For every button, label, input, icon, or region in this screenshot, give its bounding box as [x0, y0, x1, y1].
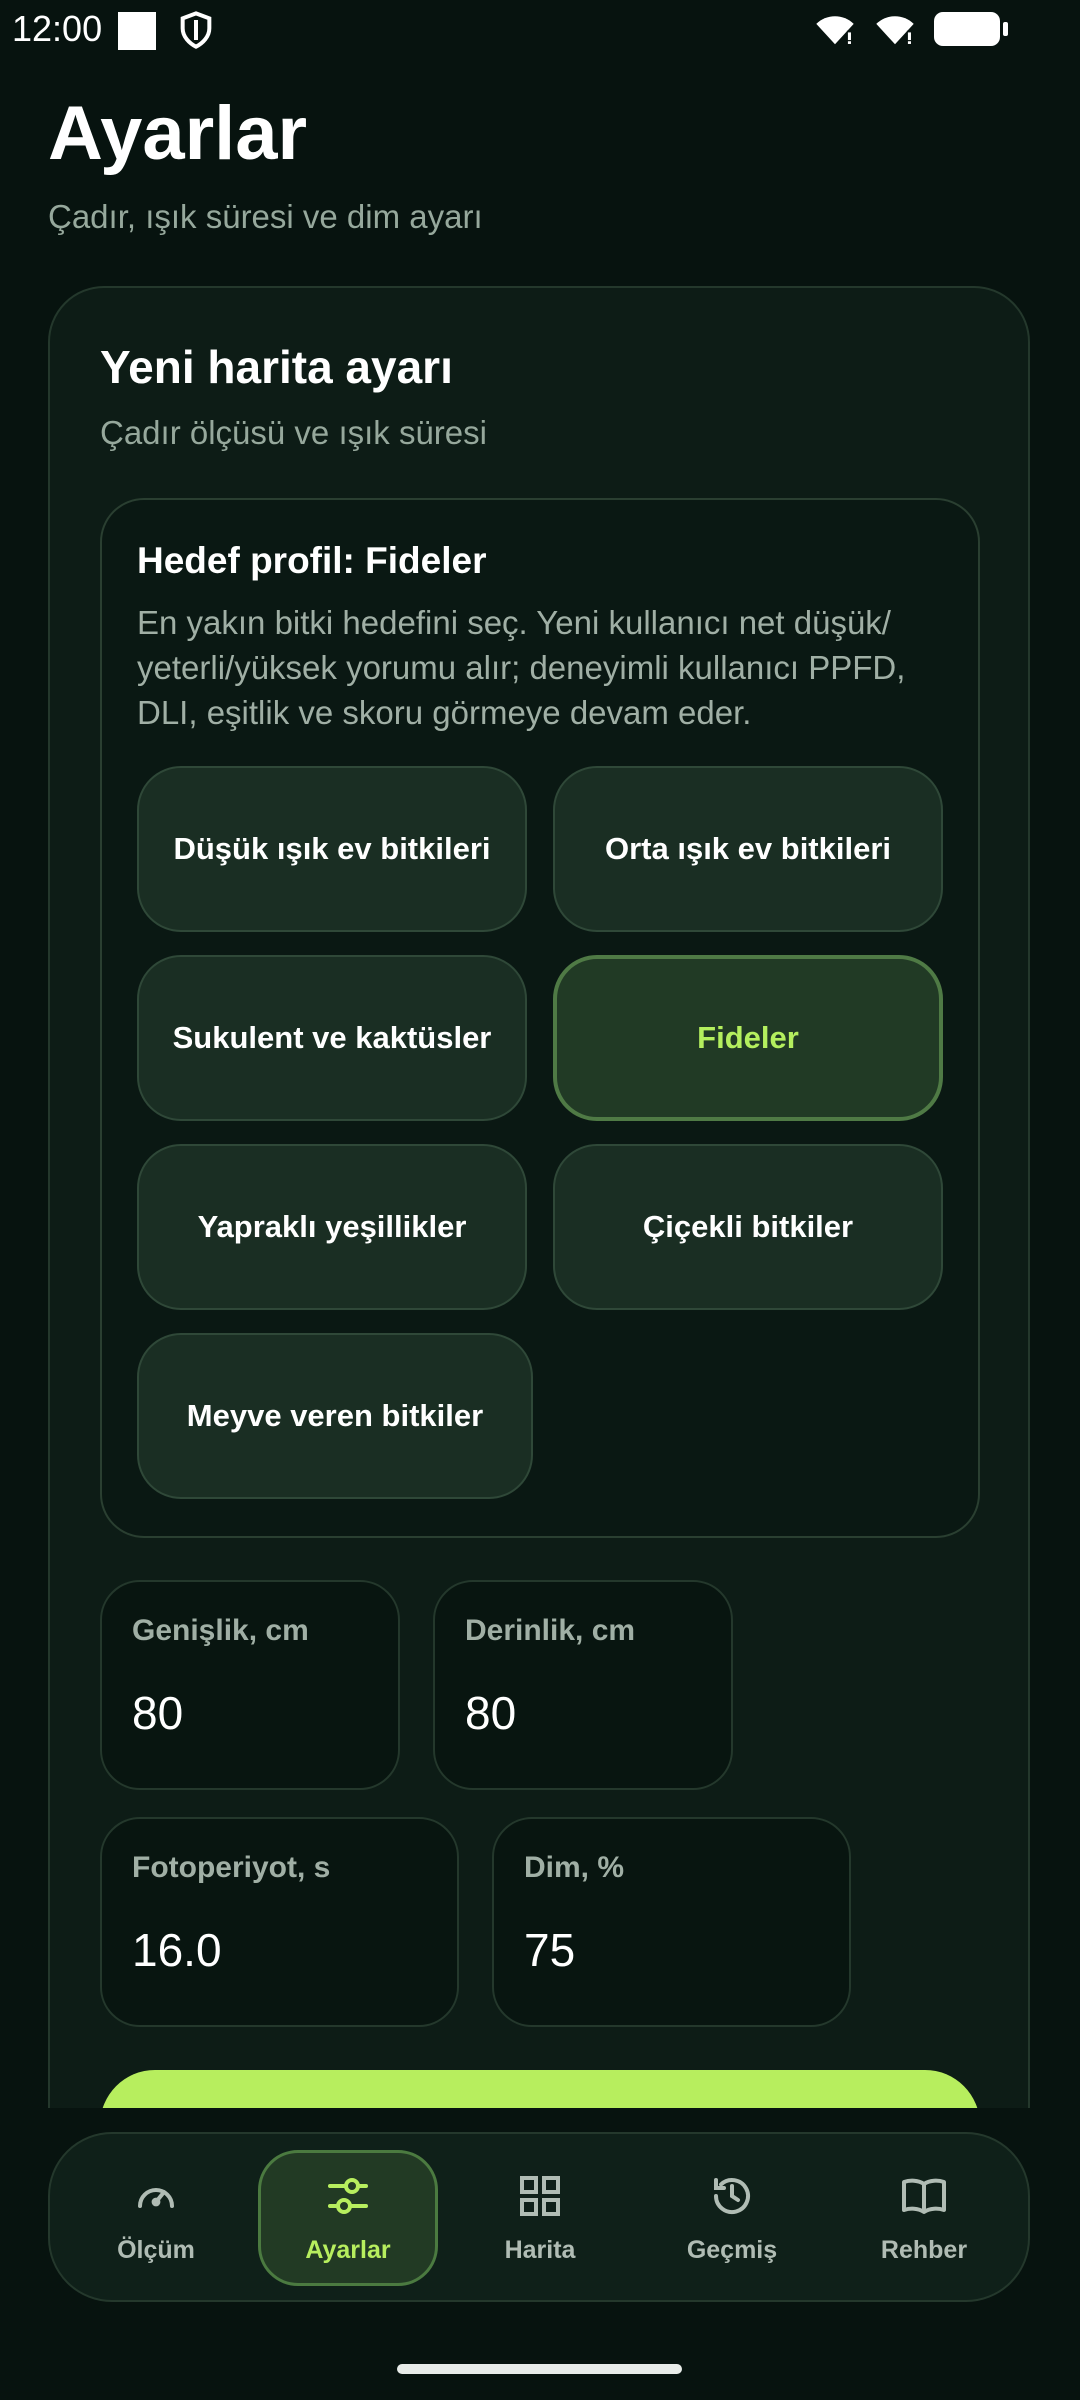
nav-item-gecmis[interactable]: Geçmiş	[642, 2150, 822, 2286]
depth-field[interactable]: Derinlik, cm 80	[433, 1580, 733, 1790]
page-subtitle: Çadır, ışık süresi ve dim ayarı	[48, 198, 483, 235]
profile-option-seedlings[interactable]: Fideler	[553, 955, 943, 1121]
profile-option-leafy-greens[interactable]: Yapraklı yeşillikler	[137, 1144, 527, 1310]
grid-icon	[520, 2175, 560, 2216]
dim-input[interactable]: 75	[524, 1923, 575, 1977]
width-field[interactable]: Genişlik, cm 80	[100, 1580, 400, 1790]
photoperiod-label: Fotoperiyot, s	[132, 1851, 331, 1884]
profile-option-flowering-plants[interactable]: Çiçekli bitkiler	[553, 1144, 943, 1310]
nav-label: Ayarlar	[305, 2235, 391, 2264]
profile-option-succulents-cacti[interactable]: Sukulent ve kaktüsler	[137, 955, 527, 1121]
card-title: Yeni harita ayarı	[100, 341, 453, 393]
profile-option-medium-light-houseplants[interactable]: Orta ışık ev bitkileri	[553, 766, 943, 932]
home-indicator[interactable]	[397, 2364, 682, 2374]
nav-label: Geçmiş	[686, 2235, 778, 2264]
photoperiod-input[interactable]: 16.0	[132, 1923, 222, 1977]
width-label: Genişlik, cm	[132, 1614, 309, 1647]
profile-option-low-light-houseplants[interactable]: Düşük ışık ev bitkileri	[137, 766, 527, 932]
photoperiod-field[interactable]: Fotoperiyot, s 16.0	[100, 1817, 459, 2027]
card-subtitle: Çadır ölçüsü ve ışık süresi	[100, 414, 487, 451]
page-title: Ayarlar	[48, 91, 308, 176]
history-icon	[714, 2177, 750, 2214]
nav-label: Rehber	[880, 2235, 968, 2264]
nav-item-olcum[interactable]: Ölçüm	[66, 2150, 246, 2286]
nav-item-ayarlar[interactable]: Ayarlar	[258, 2150, 438, 2286]
target-profile-title: Hedef profil: Fideler	[137, 540, 487, 581]
settings-scroll-area[interactable]: Ayarlar Çadır, ışık süresi ve dim ayarı …	[0, 0, 1080, 2108]
nav-item-rehber[interactable]: Rehber	[834, 2150, 1014, 2286]
nav-label: Ölçüm	[117, 2235, 195, 2264]
dim-label: Dim, %	[524, 1851, 625, 1884]
nav-item-harita[interactable]: Harita	[450, 2150, 630, 2286]
dim-field[interactable]: Dim, % 75	[492, 1817, 851, 2027]
depth-label: Derinlik, cm	[465, 1614, 636, 1647]
width-input[interactable]: 80	[132, 1686, 183, 1740]
sliders-icon	[328, 2177, 368, 2214]
target-profile-description: En yakın bitki hedefini seç. Yeni kullan…	[137, 604, 906, 731]
gauge-icon	[138, 2187, 174, 2208]
primary-action-button[interactable]	[100, 2070, 980, 2108]
depth-input[interactable]: 80	[465, 1686, 516, 1740]
book-icon	[902, 2178, 946, 2214]
profile-option-fruiting-plants[interactable]: Meyve veren bitkiler	[137, 1333, 533, 1499]
nav-label: Harita	[504, 2235, 576, 2264]
